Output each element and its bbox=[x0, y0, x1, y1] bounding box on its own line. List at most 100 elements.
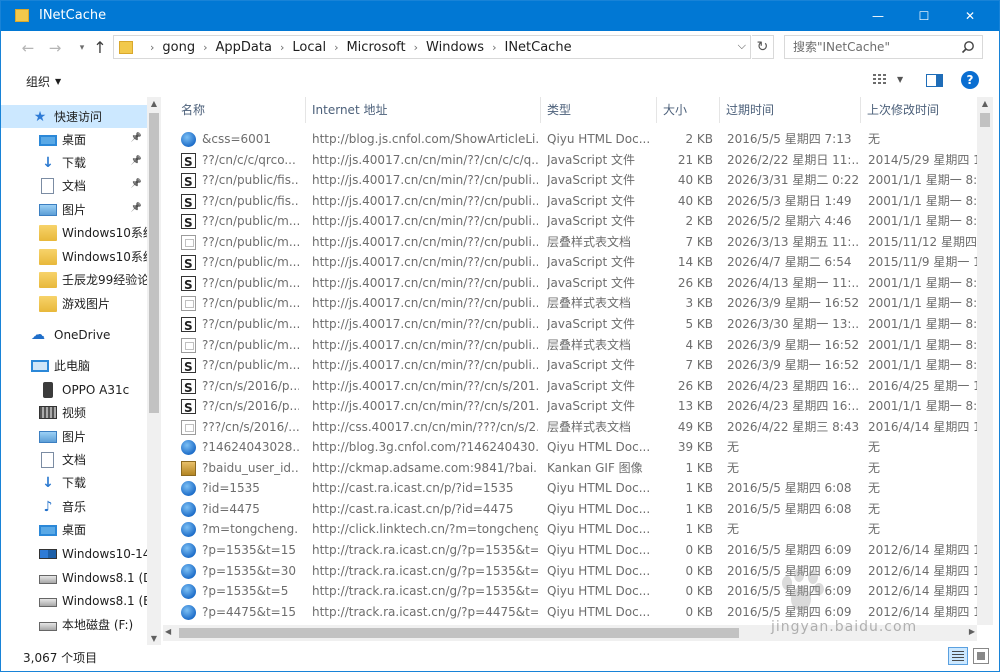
scrollbar-thumb[interactable] bbox=[179, 628, 739, 638]
file-row[interactable]: ?p=1535&t=30 http://track.ra.icast.cn/g/?… bbox=[163, 561, 977, 582]
nav-item[interactable]: ↓ 下载 📌 bbox=[1, 151, 147, 174]
column-header[interactable]: 过期时间 bbox=[720, 97, 861, 123]
organize-menu[interactable]: 组织 ▼ bbox=[26, 73, 61, 90]
nav-item[interactable]: ☁ OneDrive bbox=[1, 323, 147, 346]
refresh-button[interactable]: ↻ bbox=[752, 35, 774, 59]
file-size-cell: 1 KB bbox=[685, 522, 713, 537]
file-row[interactable]: ?baidu_user_id... http://ckmap.adsame.com… bbox=[163, 458, 977, 479]
title-bar[interactable]: INetCache — ☐ ✕ bbox=[1, 1, 999, 31]
scrollbar-thumb[interactable] bbox=[149, 113, 159, 413]
close-button[interactable]: ✕ bbox=[947, 1, 993, 31]
change-view-button[interactable]: ▼ bbox=[873, 73, 903, 87]
nav-item[interactable]: 图片 📌 bbox=[1, 198, 147, 221]
scroll-left-icon[interactable]: ◀ bbox=[165, 627, 171, 636]
search-input[interactable] bbox=[785, 36, 955, 58]
file-row[interactable]: ??/cn/public/m... http://js.40017.cn/cn/m… bbox=[163, 293, 977, 314]
javascript-file-icon bbox=[181, 275, 196, 293]
nav-item[interactable]: 文档 bbox=[1, 448, 147, 471]
details-view-button[interactable] bbox=[948, 647, 968, 665]
nav-item[interactable]: ★ 快速访问 bbox=[1, 105, 147, 128]
file-row[interactable]: ??/cn/public/m... http://js.40017.cn/cn/m… bbox=[163, 232, 977, 253]
file-row[interactable]: ??/cn/public/m... http://js.40017.cn/cn/m… bbox=[163, 335, 977, 356]
nav-item[interactable]: Windows10系统 bbox=[1, 221, 147, 244]
file-row[interactable]: ??/cn/public/m... http://js.40017.cn/cn/m… bbox=[163, 211, 977, 232]
breadcrumb-separator-icon[interactable]: › bbox=[150, 41, 154, 54]
breadcrumb-item[interactable]: Microsoft bbox=[346, 40, 405, 55]
nav-item[interactable]: 此电脑 bbox=[1, 354, 147, 377]
file-row[interactable]: ?14624043028... http://blog.3g.cnfol.com/… bbox=[163, 437, 977, 458]
file-row[interactable]: ?m=tongcheng... http://click.linktech.cn/… bbox=[163, 519, 977, 540]
nav-item[interactable]: ♪ 音乐 bbox=[1, 495, 147, 518]
scroll-up-icon[interactable]: ▲ bbox=[147, 99, 161, 108]
minimize-button[interactable]: — bbox=[855, 1, 901, 31]
preview-pane-button[interactable] bbox=[926, 74, 943, 87]
nav-item[interactable]: OPPO A31c bbox=[1, 378, 147, 401]
file-row[interactable]: ?p=1535&t=15 http://track.ra.icast.cn/g/?… bbox=[163, 540, 977, 561]
horizontal-scrollbar[interactable]: ◀ ▶ bbox=[163, 625, 977, 641]
nav-item[interactable]: 图片 bbox=[1, 425, 147, 448]
address-bar[interactable]: › gong › AppData › Local › Microsoft › Windows › IN… bbox=[113, 35, 751, 59]
nav-item[interactable]: 壬辰龙99经验论 bbox=[1, 268, 147, 291]
maximize-button[interactable]: ☐ bbox=[901, 1, 947, 31]
breadcrumb-item[interactable]: gong bbox=[162, 40, 195, 55]
file-list: 名称 Internet 地址 类型 大小 过期时间 上次修改时间 ⌃ &css=6001 ht… bbox=[163, 97, 977, 625]
breadcrumb-separator-icon[interactable]: › bbox=[280, 41, 284, 54]
navigation-scrollbar[interactable]: ▲ ▼ bbox=[147, 97, 161, 645]
file-row[interactable]: ?id=4475 http://cast.ra.icast.cn/p/?id=44… bbox=[163, 499, 977, 520]
nav-item-label: 视频 bbox=[62, 406, 87, 420]
file-row[interactable]: ?p=1535&t=5 http://track.ra.icast.cn/g/?p… bbox=[163, 581, 977, 602]
file-row[interactable]: ???/cn/s/2016/... http://css.40017.cn/cn/… bbox=[163, 417, 977, 438]
file-type-cell: JavaScript 文件 bbox=[547, 193, 635, 208]
nav-item[interactable]: 游戏图片 bbox=[1, 292, 147, 315]
nav-item[interactable]: 文档 📌 bbox=[1, 174, 147, 197]
nav-item[interactable]: 本地磁盘 (F:) bbox=[1, 613, 147, 636]
breadcrumb-item[interactable]: INetCache bbox=[504, 40, 571, 55]
file-row[interactable]: ??/cn/s/2016/p... http://js.40017.cn/cn/m… bbox=[163, 376, 977, 397]
up-button[interactable]: ↑ bbox=[89, 38, 111, 58]
file-row[interactable]: ?p=4475&t=15 http://track.ra.icast.cn/g/?… bbox=[163, 602, 977, 623]
nav-item[interactable]: 桌面 bbox=[1, 518, 147, 541]
breadcrumb-separator-icon[interactable]: › bbox=[203, 41, 207, 54]
scrollbar-thumb[interactable] bbox=[980, 113, 990, 127]
file-row[interactable]: ??/cn/public/m... http://js.40017.cn/cn/m… bbox=[163, 314, 977, 335]
nav-item[interactable]: 桌面 📌 bbox=[1, 128, 147, 151]
chevron-down-icon[interactable]: ⌵ bbox=[738, 39, 746, 53]
nav-item[interactable]: Windows10-14 bbox=[1, 542, 147, 565]
file-row[interactable]: ??/cn/public/m... http://js.40017.cn/cn/m… bbox=[163, 252, 977, 273]
breadcrumb-item[interactable]: Local bbox=[292, 40, 326, 55]
file-row[interactable]: ??/cn/c/c/qrco... http://js.40017.cn/cn/m… bbox=[163, 150, 977, 171]
file-row[interactable]: ??/cn/s/2016/p... http://js.40017.cn/cn/m… bbox=[163, 396, 977, 417]
file-expires-cell: 2026/3/30 星期一 13:... bbox=[727, 316, 859, 331]
back-button[interactable]: ← bbox=[17, 38, 39, 58]
file-row[interactable]: ??/cn/public/m... http://js.40017.cn/cn/m… bbox=[163, 273, 977, 294]
breadcrumb-item[interactable]: Windows bbox=[426, 40, 484, 55]
file-row[interactable]: ?id=1535 http://cast.ra.icast.cn/p/?id=15… bbox=[163, 478, 977, 499]
column-header[interactable]: Internet 地址 bbox=[306, 97, 541, 123]
scroll-up-icon[interactable]: ▲ bbox=[977, 99, 993, 108]
nav-item[interactable]: Windows8.1 (E bbox=[1, 589, 147, 612]
file-row[interactable]: ??/cn/public/m... http://js.40017.cn/cn/m… bbox=[163, 355, 977, 376]
scroll-down-icon[interactable]: ▼ bbox=[147, 634, 161, 643]
large-icons-view-button[interactable] bbox=[973, 648, 989, 664]
file-row[interactable]: ??/cn/public/fis... http://js.40017.cn/cn… bbox=[163, 170, 977, 191]
breadcrumb-separator-icon[interactable]: › bbox=[414, 41, 418, 54]
help-button[interactable]: ? bbox=[961, 71, 979, 89]
breadcrumb-item[interactable]: AppData bbox=[216, 40, 272, 55]
file-list-scrollbar[interactable]: ▲ bbox=[977, 97, 993, 625]
breadcrumb-separator-icon[interactable]: › bbox=[492, 41, 496, 54]
file-size-cell: 0 KB bbox=[685, 543, 713, 557]
column-header[interactable]: 大小 bbox=[657, 97, 720, 123]
nav-item-label: Windows10系统 bbox=[62, 250, 147, 264]
file-row[interactable]: &css=6001 http://blog.js.cnfol.com/ShowAr… bbox=[163, 129, 977, 150]
column-header[interactable]: 上次修改时间 bbox=[861, 97, 977, 123]
scroll-right-icon[interactable]: ▶ bbox=[969, 627, 975, 636]
forward-button[interactable]: → bbox=[44, 38, 66, 58]
nav-item[interactable]: Windows8.1 (D bbox=[1, 566, 147, 589]
search-box[interactable] bbox=[784, 35, 983, 59]
breadcrumb-separator-icon[interactable]: › bbox=[334, 41, 338, 54]
file-row[interactable]: ??/cn/public/fis... http://js.40017.cn/cn… bbox=[163, 191, 977, 212]
nav-item[interactable]: ↓ 下载 bbox=[1, 471, 147, 494]
nav-item[interactable]: 视频 bbox=[1, 401, 147, 424]
column-header[interactable]: 类型 bbox=[541, 97, 657, 123]
nav-item[interactable]: Windows10系统 bbox=[1, 245, 147, 268]
